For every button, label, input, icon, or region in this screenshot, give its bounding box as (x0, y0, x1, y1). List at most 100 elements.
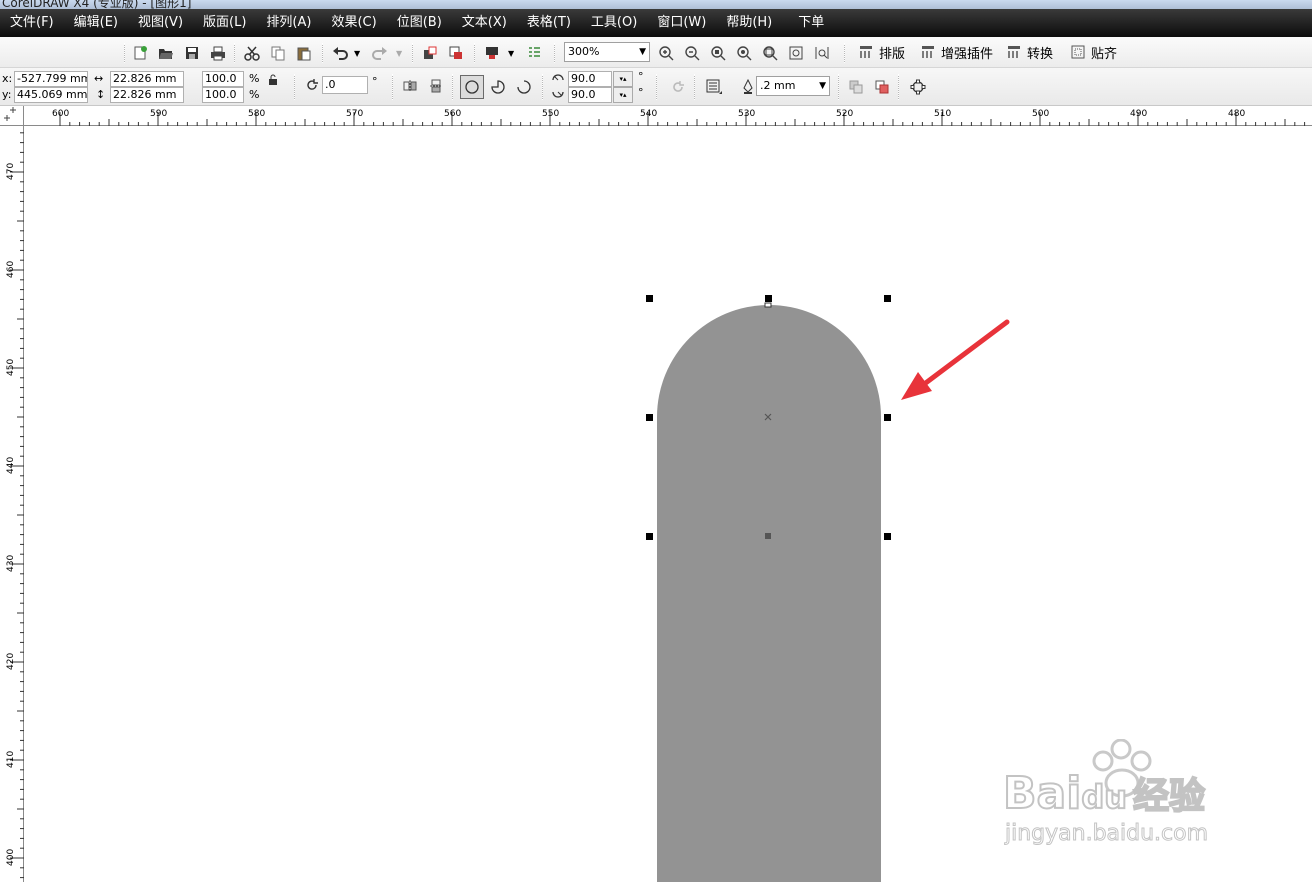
height-field[interactable]: 22.826 mm (110, 87, 184, 103)
export-icon[interactable] (446, 43, 466, 63)
ruler-label: 430 (6, 555, 16, 572)
lock-ratio-icon[interactable] (266, 73, 280, 87)
menu-table[interactable]: 表格(T) (517, 9, 581, 37)
mirror-vertical-icon[interactable] (426, 76, 446, 96)
outline-dropdown-icon[interactable]: ▼ (819, 77, 826, 95)
ruler-label: 590 (150, 109, 167, 119)
zoom-all-icon[interactable] (734, 43, 754, 63)
save-icon[interactable] (182, 43, 202, 63)
end-angle-field[interactable]: 90.0 (568, 87, 612, 103)
start-angle-spinner[interactable]: ▾▴ (613, 71, 633, 87)
handle-top-center[interactable] (765, 295, 772, 302)
handle-top-right[interactable] (884, 295, 891, 302)
vertical-ruler[interactable]: 470 460 450 440 430 420 410 400 (0, 126, 24, 882)
end-angle-spinner[interactable]: ▾▴ (613, 87, 633, 103)
selected-shape[interactable] (657, 305, 881, 882)
redo-icon[interactable] (370, 43, 390, 63)
outline-pen-icon (738, 77, 758, 97)
cut-icon[interactable] (242, 43, 262, 63)
new-document-icon[interactable] (130, 43, 150, 63)
end-angle-unit: ° (638, 86, 644, 99)
y-position-field[interactable]: 445.069 mm (14, 87, 88, 103)
rotation-unit: ° (372, 75, 378, 88)
width-field[interactable]: 22.826 mm (110, 71, 184, 87)
x-position-field[interactable]: -527.799 mm (14, 71, 88, 87)
ruler-label: 410 (6, 751, 16, 768)
menu-file[interactable]: 文件(F) (0, 9, 64, 37)
convert-outline-icon[interactable] (908, 77, 928, 97)
menu-window[interactable]: 窗口(W) (647, 9, 716, 37)
ruler-corner[interactable] (0, 106, 24, 126)
mirror-horizontal-icon[interactable] (400, 76, 420, 96)
handle-bottom-left[interactable] (646, 533, 653, 540)
redo-dropdown-icon[interactable]: ▼ (396, 49, 402, 58)
arc-mode-icon[interactable] (514, 77, 534, 97)
ellipse-icon (465, 80, 479, 94)
zoom-page-icon[interactable] (760, 43, 780, 63)
plugin-enhance-button[interactable]: 增强插件 (918, 41, 993, 63)
convert-to-curves-icon[interactable] (872, 77, 892, 97)
height-icon: ↕ (96, 88, 106, 101)
ruler-label: 420 (6, 653, 16, 670)
ruler-label: 600 (52, 109, 69, 119)
print-icon[interactable] (208, 43, 228, 63)
rotation-field[interactable]: .0 (322, 76, 368, 94)
drawing-canvas[interactable]: Baidu 经验 jingyan.baidu.com (25, 127, 1312, 882)
direction-toggle-icon[interactable] (668, 77, 688, 97)
start-angle-unit: ° (638, 70, 644, 83)
menu-view[interactable]: 视图(V) (128, 9, 193, 37)
undo-icon[interactable] (330, 43, 350, 63)
pie-mode-icon[interactable] (488, 77, 508, 97)
copy-icon[interactable] (268, 43, 288, 63)
menu-effects[interactable]: 效果(C) (321, 9, 386, 37)
zoom-out-icon[interactable] (682, 43, 702, 63)
ruler-label: 440 (6, 457, 16, 474)
ruler-label: 580 (248, 109, 265, 119)
zoom-dropdown-icon[interactable]: ▼ (639, 43, 646, 61)
wrap-text-icon[interactable] (704, 77, 724, 97)
plugin-convert-button[interactable]: 转换 (1004, 41, 1053, 63)
zoom-height-icon[interactable] (812, 43, 832, 63)
annotation-arrow (901, 319, 1010, 400)
import-icon[interactable] (420, 43, 440, 63)
scale-h-unit: % (249, 88, 260, 101)
plugin-snap-button[interactable]: 贴齐 (1068, 41, 1117, 63)
menu-edit[interactable]: 编辑(E) (64, 9, 128, 37)
node-handle[interactable] (764, 302, 772, 308)
combine-icon[interactable] (846, 77, 866, 97)
application-launcher-icon[interactable] (482, 43, 502, 63)
start-angle-field[interactable]: 90.0 (568, 71, 612, 87)
zoom-in-icon[interactable] (656, 43, 676, 63)
handle-middle-left[interactable] (646, 414, 653, 421)
paste-icon[interactable] (294, 43, 314, 63)
menu-tools[interactable]: 工具(O) (581, 9, 647, 37)
handle-top-left[interactable] (646, 295, 653, 302)
menu-help[interactable]: 帮助(H) (716, 9, 782, 37)
menu-layout[interactable]: 版面(L) (193, 9, 256, 37)
open-icon[interactable] (156, 43, 176, 63)
menu-bitmaps[interactable]: 位图(B) (387, 9, 452, 37)
scale-height-field[interactable]: 100.0 (202, 87, 244, 103)
ruler-label: 460 (6, 261, 16, 278)
menu-text[interactable]: 文本(X) (452, 9, 517, 37)
zoom-level-combo[interactable]: 300% ▼ (564, 42, 650, 62)
undo-dropdown-icon[interactable]: ▼ (354, 49, 360, 58)
zoom-selected-icon[interactable] (708, 43, 728, 63)
rotation-center-handle[interactable] (765, 533, 771, 539)
ruler-label: 510 (934, 109, 951, 119)
handle-middle-right[interactable] (884, 414, 891, 421)
zoom-width-icon[interactable] (786, 43, 806, 63)
welcome-screen-icon[interactable] (524, 43, 544, 63)
horizontal-ruler[interactable]: 600 590 580 570 560 550 540 530 520 510 500 490 480 (24, 106, 1312, 126)
title-bar: CorelDRAW X4 (专业版) - [图形1] (0, 0, 1312, 9)
ruler-label: 530 (738, 109, 755, 119)
launcher-dropdown-icon[interactable]: ▼ (508, 49, 514, 58)
outline-width-combo[interactable]: .2 mm ▼ (756, 76, 830, 96)
scale-width-field[interactable]: 100.0 (202, 71, 244, 87)
menu-arrange[interactable]: 排列(A) (256, 9, 321, 37)
menu-order[interactable]: 下单 (788, 9, 834, 37)
ruler-label: 540 (640, 109, 657, 119)
ellipse-mode-button[interactable] (460, 75, 484, 99)
plugin-typeset-button[interactable]: 排版 (856, 41, 905, 63)
handle-bottom-right[interactable] (884, 533, 891, 540)
